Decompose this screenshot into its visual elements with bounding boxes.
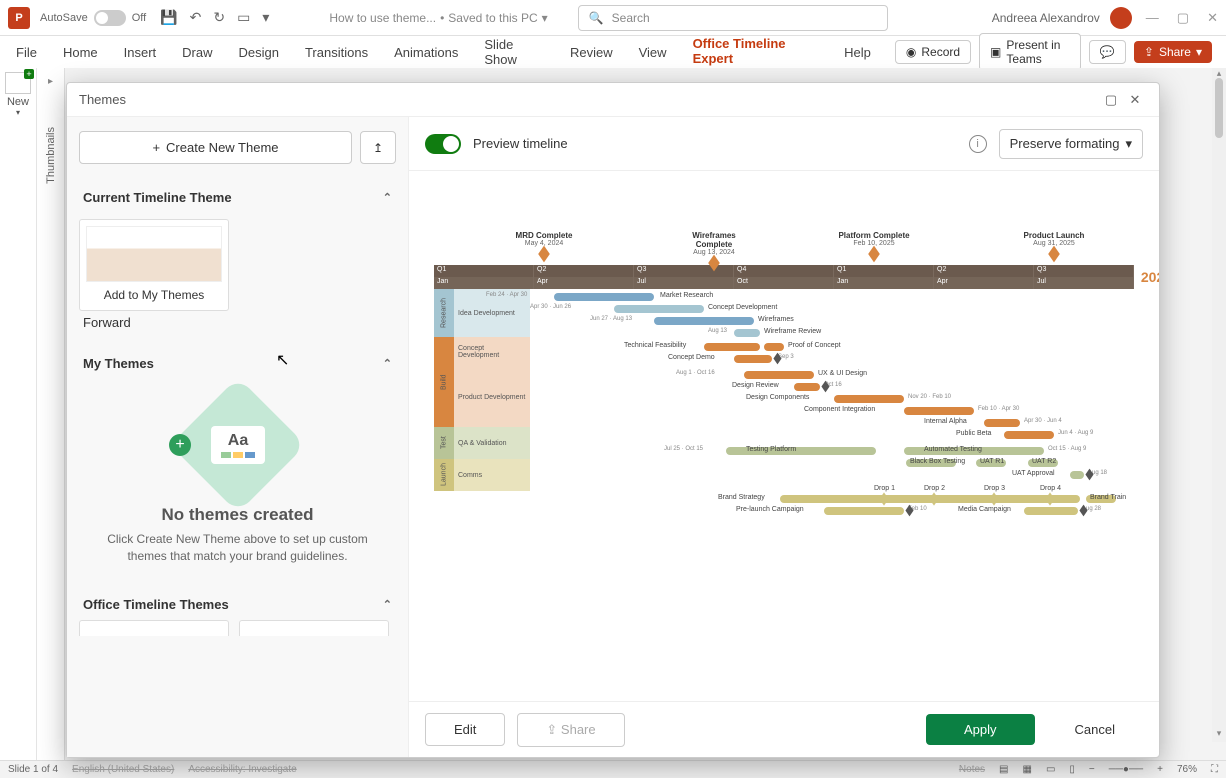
thumbnails-panel[interactable]: ▸ Thumbnails	[37, 68, 65, 760]
import-theme-button[interactable]: ↥	[360, 131, 396, 164]
slide-indicator[interactable]: Slide 1 of 4	[8, 764, 58, 775]
share-theme-button[interactable]: ⇪ Share	[517, 713, 624, 747]
search-icon: 🔍	[589, 11, 604, 25]
themes-sidebar: + Create New Theme ↥ Current Timeline Th…	[67, 117, 409, 757]
user-account[interactable]: Andreea Alexandrov	[992, 7, 1132, 29]
qat-dropdown-icon[interactable]: ▾	[262, 9, 269, 26]
tab-file[interactable]: File	[14, 39, 39, 66]
tab-transitions[interactable]: Transitions	[303, 39, 370, 66]
tab-slideshow[interactable]: Slide Show	[482, 31, 546, 73]
maximize-icon[interactable]: ▢	[1177, 10, 1189, 26]
autosave-toggle[interactable]: AutoSave Off	[40, 10, 146, 26]
redo-icon[interactable]: ↻	[213, 9, 225, 26]
dialog-maximize-icon[interactable]: ▢	[1099, 92, 1123, 108]
close-icon[interactable]: ✕	[1207, 10, 1218, 26]
themes-dialog: Themes ▢ ✕ + Create New Theme ↥ Current …	[66, 82, 1160, 758]
ribbon: File Home Insert Draw Design Transitions…	[0, 36, 1226, 68]
edit-button[interactable]: Edit	[425, 713, 505, 746]
accessibility-indicator[interactable]: Accessibility: Investigate	[188, 764, 296, 775]
record-button[interactable]: ◉ Record	[895, 40, 971, 64]
tab-draw[interactable]: Draw	[180, 39, 214, 66]
fit-to-window-icon[interactable]: ⛶	[1211, 764, 1218, 775]
cancel-button[interactable]: Cancel	[1047, 714, 1143, 745]
zoom-level[interactable]: 76%	[1177, 764, 1197, 775]
my-themes-empty: Aa No themes created Click Create New Th…	[79, 379, 396, 589]
undo-icon[interactable]: ↶	[190, 9, 202, 26]
document-title[interactable]: How to use theme... • Saved to this PC ▾	[329, 11, 547, 25]
present-icon[interactable]: ▭	[237, 9, 250, 26]
view-sorter-icon[interactable]: ▦	[1022, 764, 1031, 775]
tab-review[interactable]: Review	[568, 39, 615, 66]
section-ot-themes[interactable]: Office Timeline Themes⌃	[79, 589, 396, 620]
preview-timeline-label: Preview timeline	[473, 136, 568, 151]
status-bar: Slide 1 of 4 English (United States) Acc…	[0, 760, 1226, 778]
language-indicator[interactable]: English (United States)	[72, 764, 174, 775]
tab-insert[interactable]: Insert	[122, 39, 159, 66]
current-theme-name: Forward	[83, 315, 396, 330]
timeline-preview: MRD CompleteMay 4, 2024Wireframes Comple…	[409, 171, 1159, 701]
preview-timeline-toggle[interactable]	[425, 134, 461, 154]
minimize-icon[interactable]: —	[1146, 10, 1159, 26]
tab-home[interactable]: Home	[61, 39, 100, 66]
vertical-scrollbar[interactable]: ▴ ▾	[1212, 68, 1226, 742]
section-my-themes[interactable]: My Themes⌃	[79, 348, 396, 379]
current-theme-card[interactable]: Add to My Themes	[79, 219, 229, 311]
avatar	[1110, 7, 1132, 29]
empty-state-icon: Aa	[170, 377, 306, 513]
comments-button[interactable]: 💬	[1089, 40, 1126, 64]
section-current-theme[interactable]: Current Timeline Theme⌃	[79, 182, 396, 213]
quick-access-toolbar: 💾 ↶ ↻ ▭ ▾	[160, 9, 269, 26]
tab-view[interactable]: View	[637, 39, 669, 66]
view-normal-icon[interactable]: ▤	[999, 764, 1008, 775]
search-input[interactable]: 🔍 Search	[578, 5, 888, 31]
preserve-formatting-dropdown[interactable]: Preserve formating▾	[999, 129, 1143, 159]
apply-button[interactable]: Apply	[926, 714, 1035, 745]
notes-button[interactable]: Notes	[959, 764, 985, 775]
zoom-in-icon[interactable]: +	[1157, 764, 1163, 775]
dialog-close-icon[interactable]: ✕	[1123, 92, 1147, 108]
present-in-teams-button[interactable]: ▣ Present in Teams	[979, 33, 1081, 71]
share-button[interactable]: ⇪ Share ▾	[1134, 41, 1212, 63]
view-slideshow-icon[interactable]: ▯	[1069, 764, 1075, 775]
tab-animations[interactable]: Animations	[392, 39, 460, 66]
save-icon[interactable]: 💾	[160, 9, 177, 26]
title-bar: P AutoSave Off 💾 ↶ ↻ ▭ ▾ How to use them…	[0, 0, 1226, 36]
zoom-out-icon[interactable]: −	[1089, 764, 1095, 775]
new-slide-button[interactable]: New ▾	[0, 68, 36, 121]
tab-help[interactable]: Help	[842, 39, 873, 66]
tab-design[interactable]: Design	[237, 39, 281, 66]
dialog-title: Themes	[79, 92, 126, 107]
view-reading-icon[interactable]: ▭	[1046, 764, 1055, 775]
powerpoint-icon: P	[8, 7, 30, 29]
create-new-theme-button[interactable]: + Create New Theme	[79, 131, 352, 164]
info-icon[interactable]: i	[969, 135, 987, 153]
